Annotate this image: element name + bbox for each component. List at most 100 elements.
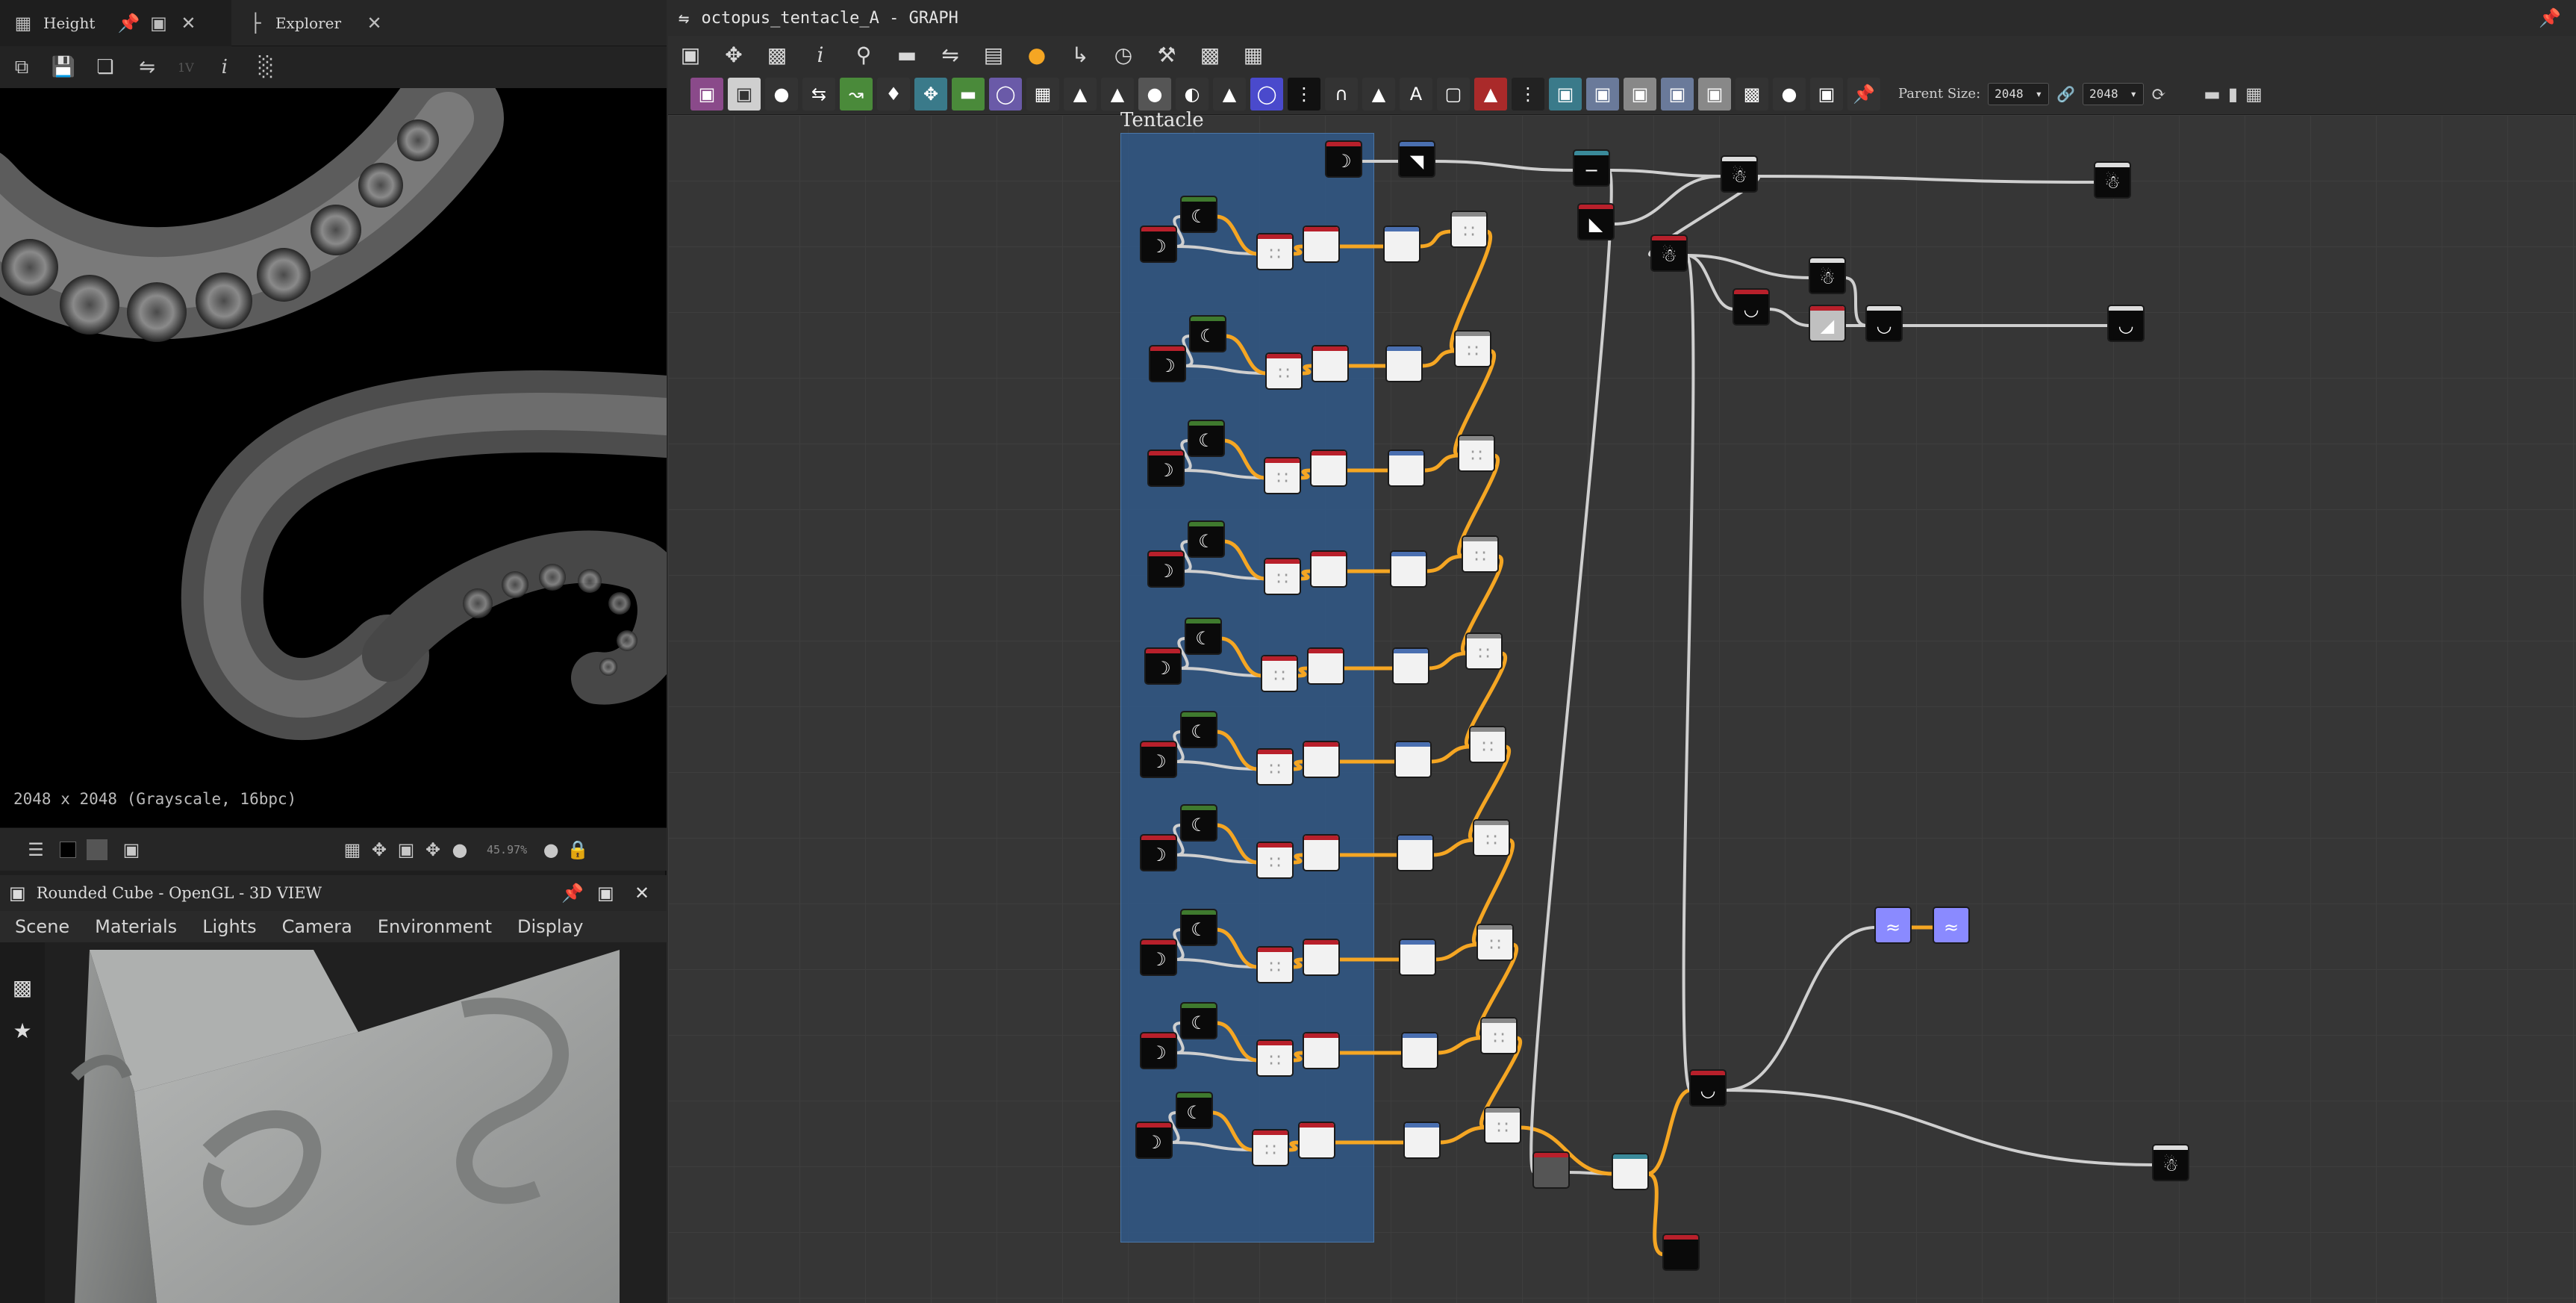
graph-node[interactable]: ☾ — [1189, 421, 1223, 455]
graph-node[interactable]: ∷ — [1452, 212, 1486, 246]
info-icon[interactable]: i — [213, 56, 236, 78]
graph-node[interactable]: ☃ — [2154, 1145, 2188, 1180]
frame-selected-icon[interactable]: ✥ — [719, 40, 749, 69]
zoom-level[interactable]: 45.97% — [487, 843, 527, 856]
align-icon[interactable]: ▬ — [892, 40, 922, 69]
link-icon[interactable]: 🔗 — [2056, 85, 2075, 103]
graph-node[interactable] — [1391, 552, 1426, 586]
graph-node[interactable]: ∷ — [1258, 750, 1292, 784]
graph-node[interactable]: ∷ — [1265, 559, 1300, 594]
frame-select-icon[interactable]: ▢ — [1437, 77, 1470, 111]
connector-icon[interactable]: ↳ — [1065, 40, 1095, 69]
graph-node[interactable]: ☾ — [1191, 317, 1225, 351]
pin-icon[interactable]: 📌 — [1847, 77, 1880, 111]
graph-node[interactable]: ◡ — [1691, 1071, 1725, 1105]
graph-node[interactable]: ∷ — [1258, 843, 1292, 877]
histogram-icon[interactable]: ▲ — [1213, 77, 1246, 111]
graph-node[interactable]: ☽ — [1149, 552, 1183, 586]
gradient-drop-icon[interactable]: ♦ — [877, 77, 910, 111]
graph-node[interactable]: ☃ — [2095, 163, 2130, 197]
frame-all-icon[interactable]: ▣ — [676, 40, 705, 69]
fit-icon[interactable]: ▣ — [393, 836, 420, 863]
duplicate-icon[interactable]: ❏ — [94, 56, 116, 78]
graph-node[interactable]: ∷ — [1467, 634, 1501, 668]
graph-node[interactable]: ☃ — [1652, 236, 1686, 270]
graph-node[interactable] — [1304, 742, 1338, 777]
menu-camera[interactable]: Camera — [282, 916, 352, 937]
graph-node[interactable]: ☽ — [1146, 649, 1180, 683]
graph-node[interactable] — [1304, 836, 1338, 870]
graph-node[interactable]: ☽ — [1141, 227, 1176, 261]
graph-node[interactable]: ◡ — [1867, 306, 1901, 340]
graph-node[interactable]: ∷ — [1253, 1131, 1288, 1165]
menu-environment[interactable]: Environment — [378, 916, 492, 937]
graph-node[interactable]: ☃ — [1722, 157, 1756, 191]
graph-node[interactable] — [1304, 1033, 1338, 1068]
graph-node[interactable]: ☾ — [1182, 1004, 1216, 1038]
menu-scene[interactable]: Scene — [15, 916, 69, 937]
graph-node[interactable]: ∷ — [1463, 537, 1497, 571]
layers-icon[interactable]: ☰ — [22, 836, 49, 863]
graph-node[interactable]: ☽ — [1149, 451, 1183, 485]
viewer-2d[interactable]: 2048 x 2048 (Grayscale, 16bpc) — [0, 88, 667, 827]
node-a-icon[interactable]: ▣ — [1549, 77, 1582, 111]
comment-icon[interactable]: ▩ — [1735, 77, 1768, 111]
pin-icon[interactable]: 📌 — [2539, 7, 2561, 28]
height-dropdown[interactable]: 2048 ▾ — [2083, 82, 2145, 105]
graph-node[interactable]: ◢ — [1810, 306, 1844, 340]
copy-icon[interactable]: ⧉ — [10, 56, 33, 78]
pan-icon[interactable]: ✥ — [420, 836, 446, 863]
graph-node[interactable] — [1313, 346, 1347, 381]
graph-node[interactable]: ∷ — [1456, 332, 1490, 366]
snapshot-icon[interactable]: ▩ — [1195, 40, 1225, 69]
graph-node[interactable]: ☾ — [1182, 197, 1216, 231]
black-background-swatch[interactable] — [60, 841, 76, 858]
graph-node[interactable]: ☾ — [1186, 619, 1220, 653]
info-icon[interactable]: i — [805, 40, 835, 69]
graph-node[interactable]: ☽ — [1137, 1123, 1171, 1157]
bitmap-node-icon[interactable]: ▣ — [690, 77, 723, 111]
graph-node[interactable] — [1534, 1153, 1568, 1187]
binary-icon[interactable]: ⋮ — [1512, 77, 1544, 111]
close-icon[interactable]: ✕ — [178, 13, 198, 34]
graph-node[interactable]: ∷ — [1265, 458, 1300, 493]
node-d-icon[interactable]: ▣ — [1661, 77, 1694, 111]
graph-node[interactable] — [1405, 1123, 1439, 1157]
menu-lights[interactable]: Lights — [202, 916, 256, 937]
graph-node[interactable]: ☽ — [1141, 1033, 1176, 1068]
graph-node[interactable] — [1613, 1154, 1647, 1189]
tool-icon[interactable]: ✥ — [366, 836, 393, 863]
stack-icon[interactable]: ▤ — [979, 40, 1008, 69]
graph-node[interactable]: ☽ — [1150, 346, 1185, 381]
drop-icon[interactable]: ● — [765, 77, 798, 111]
bridge-icon[interactable]: ∩ — [1325, 77, 1358, 111]
close-icon[interactable]: ✕ — [634, 883, 649, 904]
gradient-map-icon[interactable]: ● — [1138, 77, 1171, 111]
graph-node[interactable]: ∷ — [1459, 436, 1494, 470]
graph-node[interactable] — [1312, 552, 1346, 586]
export-icon[interactable]: ▣ — [1810, 77, 1843, 111]
graph-node[interactable]: ∷ — [1258, 1041, 1292, 1075]
color-mode-icon[interactable]: ▣ — [118, 836, 145, 863]
graph-node[interactable]: ◡ — [1734, 290, 1768, 324]
tile-icon[interactable]: ▦ — [339, 836, 366, 863]
graph-node[interactable]: ∷ — [1478, 925, 1512, 960]
graph-node[interactable] — [1304, 940, 1338, 974]
graph-node[interactable]: ☃ — [1810, 258, 1844, 293]
graph-node[interactable] — [1396, 742, 1430, 777]
graph-node[interactable] — [1403, 1033, 1437, 1068]
graph-node[interactable]: ∷ — [1258, 948, 1292, 982]
width-dropdown[interactable]: 2048 ▾ — [1988, 82, 2050, 105]
graph-node[interactable] — [1309, 649, 1343, 683]
graph-node[interactable]: ◡ — [2109, 306, 2143, 340]
output-icon[interactable]: ▲ — [1064, 77, 1097, 111]
close-icon[interactable]: ✕ — [365, 13, 384, 34]
graph-node[interactable]: ☽ — [1141, 742, 1176, 777]
histogram-icon[interactable]: ░ — [255, 56, 278, 78]
graph-layout-icon[interactable]: ⇋ — [935, 40, 965, 69]
noise-icon[interactable]: ⋮ — [1288, 77, 1320, 111]
node-b-icon[interactable]: ▣ — [1586, 77, 1619, 111]
graph-node[interactable]: ☽ — [1141, 940, 1176, 974]
camera-icon[interactable]: ▩ — [762, 40, 792, 69]
warning-icon[interactable]: ▲ — [1362, 77, 1395, 111]
